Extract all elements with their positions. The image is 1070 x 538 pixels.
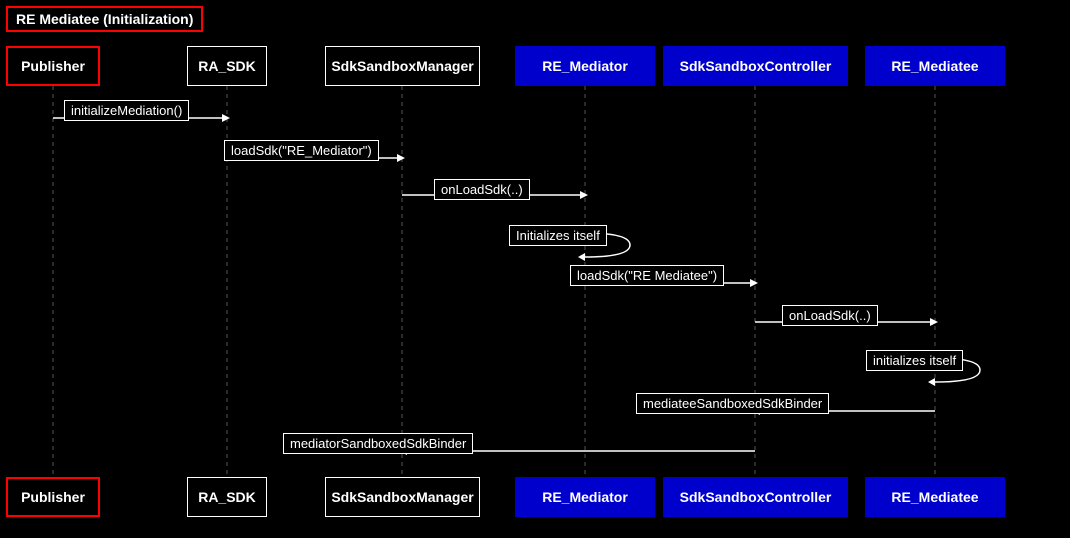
actor-sdksandboxmanager-bottom: SdkSandboxManager — [325, 477, 480, 517]
actor-remediatee-bottom: RE_Mediatee — [865, 477, 1005, 517]
msg-mediatee-sandboxed-sdk-binder: mediateeSandboxedSdkBinder — [636, 393, 829, 414]
msg-loadsdk-remediator: loadSdk("RE_Mediator") — [224, 140, 379, 161]
actor-sdksandboxcontroller-bottom: SdkSandboxController — [663, 477, 848, 517]
msg-mediator-sandboxed-sdk-binder: mediatorSandboxedSdkBinder — [283, 433, 473, 454]
actor-remediator-bottom: RE_Mediator — [515, 477, 655, 517]
actor-sdksandboxmanager-top: SdkSandboxManager — [325, 46, 480, 86]
msg-onloadsdk-1: onLoadSdk(..) — [434, 179, 530, 200]
actor-rasdk-top: RA_SDK — [187, 46, 267, 86]
msg-initializes-itself-1: Initializes itself — [509, 225, 607, 246]
msg-loadsdk-remediatee: loadSdk("RE Mediatee") — [570, 265, 724, 286]
msg-initializes-itself-2: initializes itself — [866, 350, 963, 371]
msg-onloadsdk-2: onLoadSdk(..) — [782, 305, 878, 326]
actor-rasdk-bottom: RA_SDK — [187, 477, 267, 517]
actor-publisher-bottom: Publisher — [6, 477, 100, 517]
actor-remediatee-top: RE_Mediatee — [865, 46, 1005, 86]
actor-sdksandboxcontroller-top: SdkSandboxController — [663, 46, 848, 86]
sequence-diagram: RE Mediatee (Initialization) — [0, 0, 1070, 538]
diagram-title: RE Mediatee (Initialization) — [6, 6, 203, 32]
actor-remediator-top: RE_Mediator — [515, 46, 655, 86]
msg-initialize-mediation: initializeMediation() — [64, 100, 189, 121]
actor-publisher-top: Publisher — [6, 46, 100, 86]
